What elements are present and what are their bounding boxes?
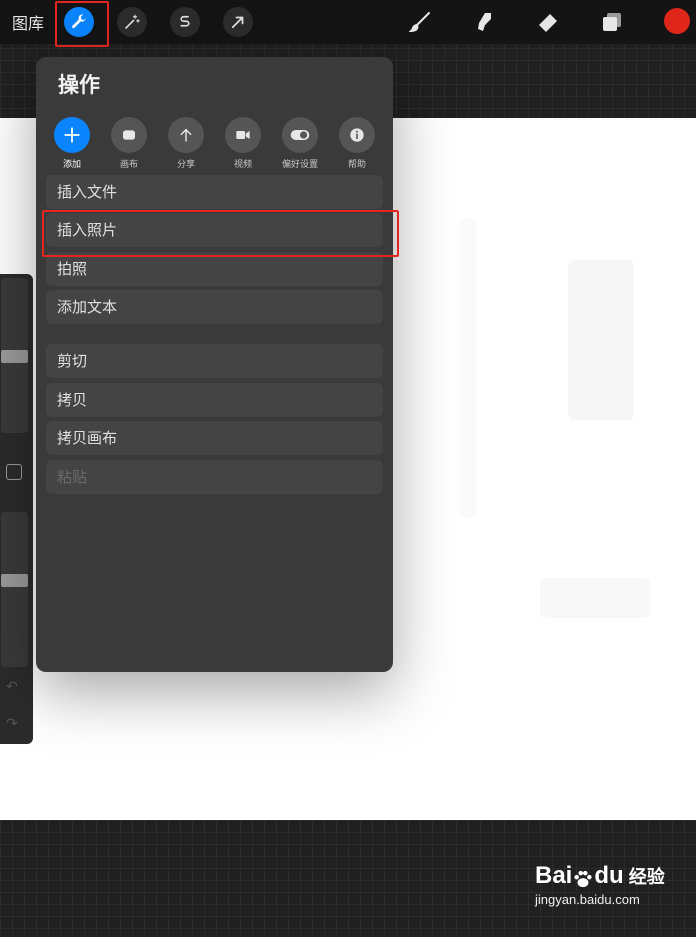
menu-insert-file[interactable]: 插入文件	[46, 175, 383, 209]
menu-take-photo[interactable]: 拍照	[46, 252, 383, 286]
tab-add[interactable]: 添加	[48, 117, 96, 170]
faint-canvas-art	[460, 218, 476, 518]
baidu-paw-icon	[574, 870, 592, 887]
opacity-knob[interactable]	[1, 574, 28, 587]
menu-cut[interactable]: 剪切	[46, 344, 383, 378]
brush-button[interactable]	[406, 8, 434, 36]
panel-title: 操作	[58, 73, 100, 97]
opacity-slider[interactable]	[1, 512, 28, 667]
modify-button[interactable]	[6, 464, 22, 480]
tab-video-label: 视频	[233, 160, 252, 170]
tab-help-circle	[339, 117, 375, 153]
tab-add-label: 添加	[62, 160, 81, 170]
eraser-icon	[539, 14, 557, 32]
brush-icon	[408, 12, 430, 33]
menu-insert-photo[interactable]: 插入照片	[46, 213, 383, 247]
menu-copy[interactable]: 拷贝	[46, 383, 383, 417]
tab-help[interactable]: 帮助	[333, 117, 381, 170]
selection-button[interactable]	[170, 7, 200, 37]
tab-add-circle	[54, 117, 90, 153]
menu-copy-canvas[interactable]: 拷贝画布	[46, 421, 383, 455]
tab-preferences-label: 偏好设置	[281, 160, 318, 170]
transform-arrow-icon	[231, 16, 244, 29]
menu-paste: 粘贴	[46, 460, 383, 494]
info-icon	[350, 128, 364, 142]
video-camera-icon	[236, 131, 250, 139]
redo-button[interactable]: ↷	[6, 716, 18, 732]
eraser-button[interactable]	[534, 8, 562, 36]
adjustments-button[interactable]	[117, 7, 147, 37]
tab-canvas-circle	[111, 117, 147, 153]
tab-share[interactable]: 分享	[162, 117, 210, 170]
actions-panel: 操作 添加 画布 分享 视频 偏好设置 帮助 插入文件 插入照片 拍照 添加文本…	[36, 57, 393, 672]
tab-video[interactable]: 视频	[219, 117, 267, 170]
watermark-brand: Bai	[535, 862, 573, 889]
tab-help-label: 帮助	[347, 160, 366, 170]
watermark-brand-suffix: du	[594, 862, 624, 889]
brush-size-knob[interactable]	[1, 350, 28, 363]
smudge-icon	[478, 13, 491, 31]
tab-share-label: 分享	[176, 160, 195, 170]
tab-video-circle	[225, 117, 261, 153]
layers-button[interactable]	[598, 8, 626, 36]
watermark-text: 经验	[628, 867, 665, 888]
layers-icon	[603, 13, 621, 31]
actions-wrench-button[interactable]	[64, 7, 94, 37]
share-arrow-icon	[180, 128, 192, 142]
gallery-button[interactable]: 图库	[12, 10, 44, 34]
top-toolbar: 图库	[0, 0, 696, 44]
selection-s-icon	[180, 15, 190, 27]
magic-wand-icon	[125, 14, 140, 29]
color-picker-button[interactable]	[664, 8, 690, 34]
tab-preferences-circle	[282, 117, 318, 153]
menu-add-text[interactable]: 添加文本	[46, 290, 383, 324]
tab-share-circle	[168, 117, 204, 153]
baidu-jingyan-watermark: Bai du 经验 jingyan.baidu.com	[535, 862, 685, 907]
toggle-icon	[290, 130, 310, 140]
tab-canvas[interactable]: 画布	[105, 117, 153, 170]
faint-canvas-art	[540, 578, 650, 618]
plus-icon	[64, 127, 80, 143]
left-sidebar: ↶ ↷	[0, 274, 33, 744]
watermark-url: jingyan.baidu.com	[535, 892, 640, 907]
faint-canvas-art	[568, 260, 634, 420]
transform-button[interactable]	[223, 7, 253, 37]
undo-button[interactable]: ↶	[6, 679, 18, 695]
smudge-button[interactable]	[470, 8, 498, 36]
canvas-icon	[123, 130, 135, 140]
brush-size-slider[interactable]	[1, 278, 28, 433]
wrench-icon	[72, 14, 86, 29]
tab-canvas-label: 画布	[119, 160, 138, 170]
tab-preferences[interactable]: 偏好设置	[276, 117, 324, 170]
